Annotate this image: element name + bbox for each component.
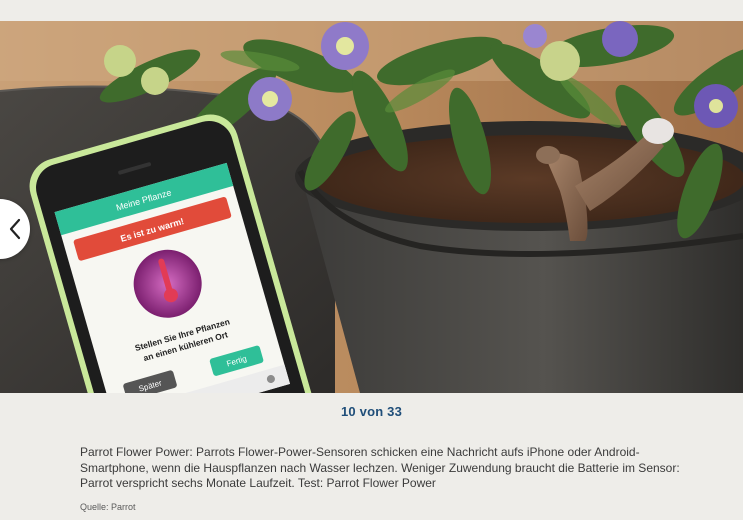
slide-counter: 10 von 33 [340, 404, 403, 419]
slide-caption: Parrot Flower Power: Parrots Flower-Powe… [80, 445, 680, 490]
chevron-left-icon [9, 218, 21, 240]
top-strip [0, 0, 743, 21]
gallery-photo: Meine Pflanze Es ist zu warm! Stellen Si… [0, 21, 743, 393]
image-source: Quelle: Parrot [80, 502, 136, 512]
photo-illustration: Meine Pflanze Es ist zu warm! Stellen Si… [0, 21, 743, 393]
